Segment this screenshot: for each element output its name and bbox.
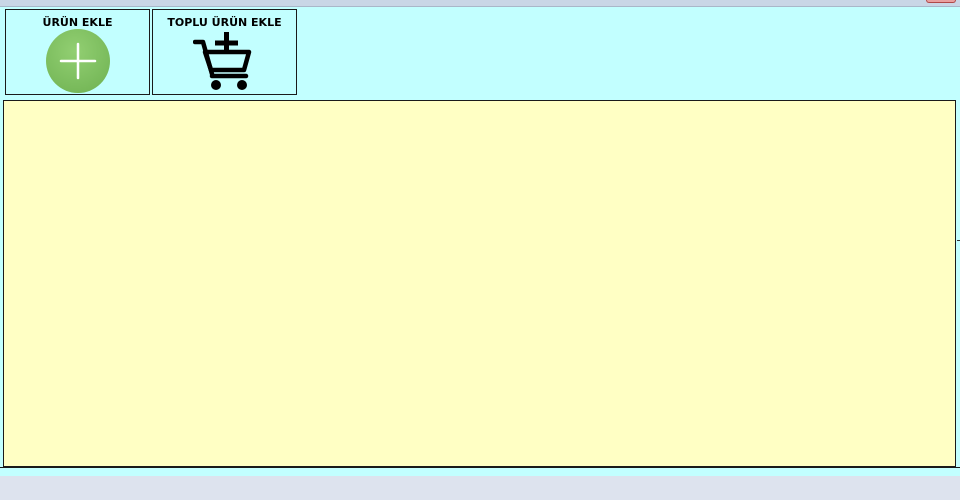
app-window: ÜRÜN EKLE TOPLU ÜRÜN EKLE <box>0 0 960 476</box>
bulk-add-product-button[interactable]: TOPLU ÜRÜN EKLE <box>152 9 297 95</box>
window-title-bar <box>0 0 960 7</box>
cart-plus-icon <box>192 30 253 92</box>
toolbar: ÜRÜN EKLE TOPLU ÜRÜN EKLE <box>0 7 960 100</box>
window-close-button[interactable] <box>926 0 956 3</box>
plus-glyph <box>59 42 97 80</box>
status-strip <box>0 467 960 476</box>
add-product-label: ÜRÜN EKLE <box>42 16 113 29</box>
plus-circle-icon <box>46 29 110 93</box>
add-product-button[interactable]: ÜRÜN EKLE <box>5 9 150 95</box>
bulk-add-product-label: TOPLU ÜRÜN EKLE <box>167 16 282 29</box>
product-list-panel[interactable] <box>3 100 956 467</box>
